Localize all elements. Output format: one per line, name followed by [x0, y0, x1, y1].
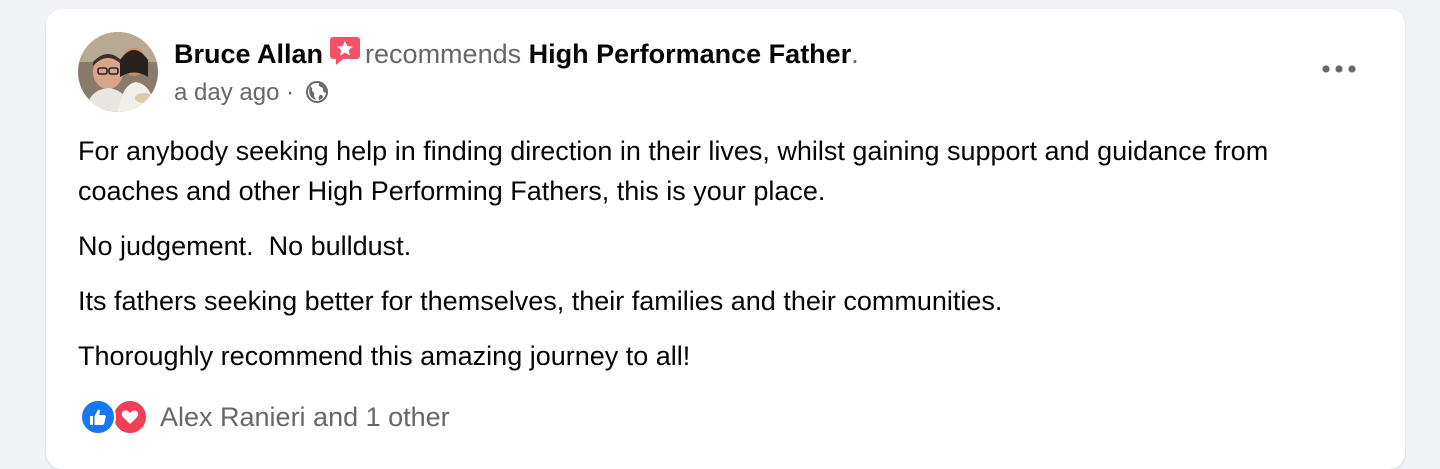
post-meta: a day ago ·: [174, 77, 329, 113]
post-paragraph: No judgement. No bulldust.: [78, 231, 412, 261]
globe-icon[interactable]: [305, 80, 329, 113]
more-horizontal-icon: [1322, 65, 1356, 73]
recommends-verb: recommends: [365, 39, 522, 69]
post-paragraph: Its fathers seeking better for themselve…: [78, 286, 1003, 316]
reaction-count-text[interactable]: Alex Ranieri and 1 other: [160, 402, 450, 433]
author-avatar[interactable]: [78, 32, 158, 112]
header-period: .: [851, 39, 859, 69]
post-paragraph: For anybody seeking help in finding dire…: [78, 136, 1276, 206]
recommend-star-icon: [329, 35, 361, 67]
meta-separator: ·: [286, 79, 295, 106]
post-timestamp[interactable]: a day ago: [174, 79, 279, 106]
love-icon: [112, 399, 148, 435]
author-name[interactable]: Bruce Allan: [174, 39, 323, 69]
post-paragraph: Thoroughly recommend this amazing journe…: [78, 341, 691, 371]
like-icon: [80, 399, 116, 435]
recommended-page-link[interactable]: High Performance Father: [529, 39, 852, 69]
post-header: Bruce Allan recommends High Performance …: [174, 35, 859, 72]
post-text: For anybody seeking help in finding dire…: [78, 131, 1358, 391]
avatar-photo: [78, 32, 158, 112]
recommendation-post-card: Bruce Allan recommends High Performance …: [46, 9, 1405, 469]
more-options-button[interactable]: [1317, 53, 1361, 85]
reactions-summary[interactable]: Alex Ranieri and 1 other: [80, 397, 450, 437]
